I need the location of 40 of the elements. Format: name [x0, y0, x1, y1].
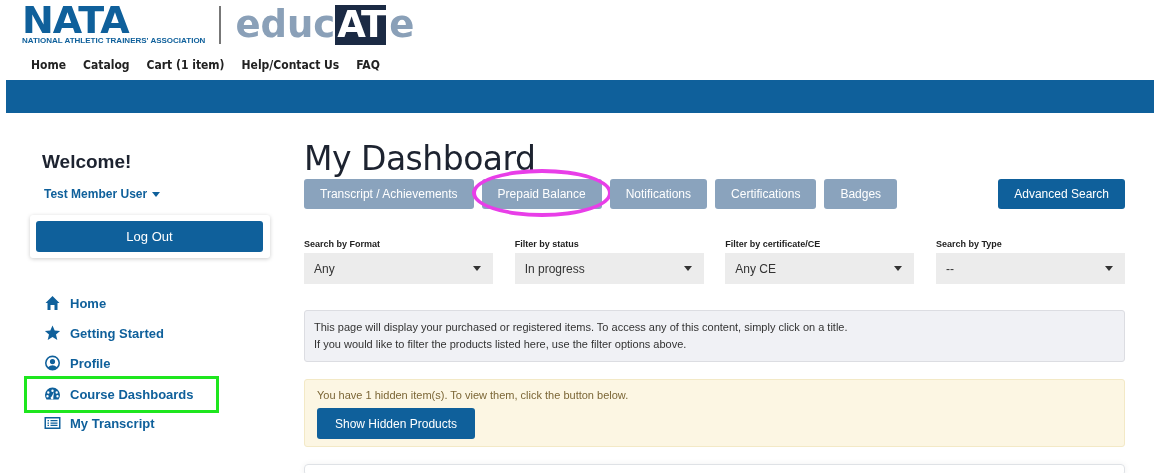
advanced-search-button[interactable]: Advanced Search [998, 179, 1125, 209]
nav-link[interactable]: Cart (1 item) [146, 57, 225, 80]
gauge-icon [44, 386, 61, 402]
product-logo[interactable]: educATe [235, 4, 415, 45]
welcome-heading: Welcome! [42, 150, 133, 174]
caret-icon [894, 266, 903, 271]
caret-icon [683, 266, 692, 271]
page-title: My Dashboard [304, 141, 537, 177]
caret-icon [473, 266, 481, 271]
sidebar-item[interactable]: Profile [24, 351, 114, 375]
dropdown-field[interactable]: In progress [514, 253, 704, 284]
filter-label: Filter by certificate/CE [725, 238, 822, 250]
logo-text: NATA [22, 4, 129, 36]
alert-text: You have 1 hidden item(s). To view them, click the button below. [317, 388, 630, 403]
filter-label: Search by Format [304, 238, 382, 250]
show-hidden-button[interactable]: Show Hidden Products [317, 408, 476, 439]
star-icon [44, 325, 61, 341]
logout-button[interactable]: Log Out [36, 221, 263, 252]
sidebar-item[interactable]: Home [24, 291, 110, 315]
caret-icon [1104, 266, 1113, 271]
info-text: This page will display your purchased or registered items. To access any of this content, simply click on a title. [314, 320, 849, 335]
nav-link[interactable]: Home [31, 57, 67, 80]
dropdown-field[interactable]: Any [304, 253, 493, 284]
filter-label: Search by Type [935, 238, 1003, 250]
dropdown-field[interactable]: Any CE [725, 253, 915, 284]
caret-icon [152, 191, 161, 197]
sidebar-item[interactable]: Getting Started [24, 321, 167, 345]
sidebar-item[interactable]: Course Dashboards [24, 375, 219, 413]
dropdown-field[interactable]: -- [935, 253, 1125, 284]
info-text: If you would like to filter the products listed here, use the filter options above. [314, 337, 688, 352]
home-icon [44, 295, 61, 311]
list-icon [44, 415, 61, 431]
logo-tagline: NATIONAL ATHLETIC TRAINERS' ASSOCIATION [22, 35, 206, 45]
filter-label: Filter by status [514, 238, 580, 250]
nav-link[interactable]: Help/Contact Us [241, 57, 340, 80]
user-menu[interactable]: Test Member User [44, 186, 161, 202]
sidebar-item[interactable]: My Transcript [24, 411, 158, 435]
nav-link[interactable]: Catalog [83, 57, 130, 80]
user-icon [44, 355, 61, 371]
nav-link[interactable]: FAQ [356, 57, 380, 80]
